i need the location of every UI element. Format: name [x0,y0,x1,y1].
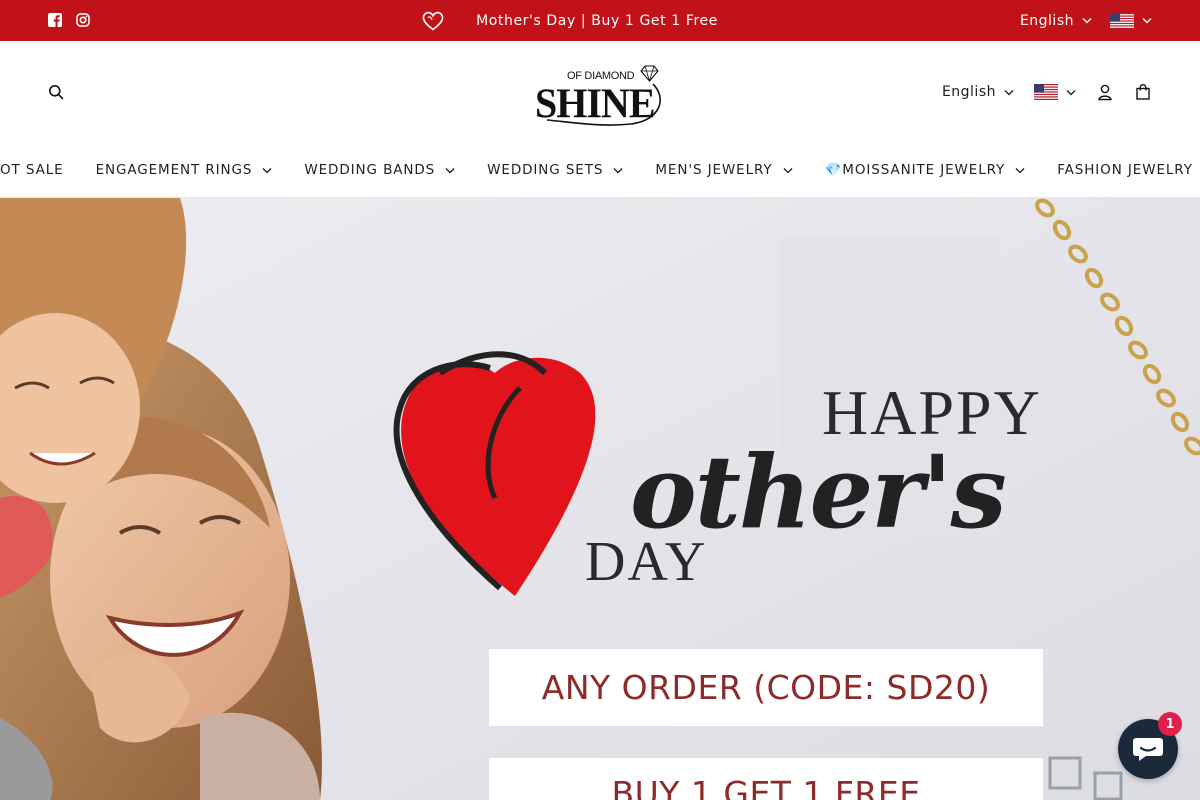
main-navigation: OT SALE ENGAGEMENT RINGS WEDDING BANDS WEDD… [0,143,1200,198]
nav-item-5[interactable]: 💎MOISSANITE JEWELRY [809,162,1042,178]
logo-title: SHINE [535,79,655,128]
nav-item-label: WEDDING SETS [487,162,604,178]
nav-item-label: MEN'S JEWELRY [655,162,773,178]
account-icon[interactable] [1096,83,1114,101]
nav-item-6[interactable]: FASHION JEWELRY [1041,162,1200,178]
nav-item-4[interactable]: MEN'S JEWELRY [639,162,808,178]
us-flag-icon [1034,84,1058,100]
promo-bogo-box: BUY 1 GET 1 FREE [489,758,1043,800]
cart-icon[interactable] [1134,83,1152,101]
chevron-down-icon [445,167,455,173]
nav-item-label: 💎MOISSANITE JEWELRY [824,162,1006,178]
nav-item-label: OT SALE [0,162,64,178]
chat-icon [1133,738,1163,761]
country-selector-top[interactable] [1110,12,1152,29]
chevron-down-icon [783,167,793,173]
nav-item-2[interactable]: WEDDING BANDS [288,162,471,178]
promo-code-box: ANY ORDER (CODE: SD20) [489,649,1043,726]
language-label: English [1019,12,1074,29]
site-header: OF DIAMOND SHINE English [0,41,1200,143]
chevron-down-icon [1142,18,1152,24]
chevron-down-icon [613,167,623,173]
language-selector[interactable]: English [942,84,1014,100]
us-flag-icon [1110,12,1134,29]
chevron-down-icon [1066,89,1076,95]
country-selector[interactable] [1034,84,1076,100]
nav-item-label: ENGAGEMENT RINGS [95,162,253,178]
chevron-down-icon [262,167,272,173]
chevron-down-icon [1082,18,1092,24]
chevron-down-icon [1004,89,1014,95]
heart-icon [422,11,444,31]
site-logo[interactable]: OF DIAMOND SHINE [533,58,667,128]
promo-code-text: ANY ORDER (CODE: SD20) [541,668,991,707]
nav-item-3[interactable]: WEDDING SETS [471,162,639,178]
nav-item-label: FASHION JEWELRY [1057,162,1193,178]
nav-track: OT SALE ENGAGEMENT RINGS WEDDING BANDS WEDD… [0,143,1200,197]
announcement-bar: Mother's Day | Buy 1 Get 1 Free English [0,0,1200,41]
chevron-down-icon [1015,167,1025,173]
nav-item-1[interactable]: ENGAGEMENT RINGS [80,162,289,178]
promo-bogo-text: BUY 1 GET 1 FREE [611,774,921,800]
hero-banner[interactable]: HAPPY other's DAY ANY ORDER (CODE: SD20)… [0,198,1200,800]
nav-item-0[interactable]: OT SALE [0,162,80,178]
search-icon[interactable] [48,84,64,100]
announcement-text[interactable]: Mother's Day | Buy 1 Get 1 Free [476,13,718,29]
chat-button[interactable]: 1 [1118,712,1182,779]
nav-item-label: WEDDING BANDS [304,162,436,178]
hero-day: DAY [585,531,708,593]
language-selector-top[interactable]: English [1020,13,1092,29]
chat-badge: 1 [1158,712,1182,736]
language-label: English [941,84,996,100]
